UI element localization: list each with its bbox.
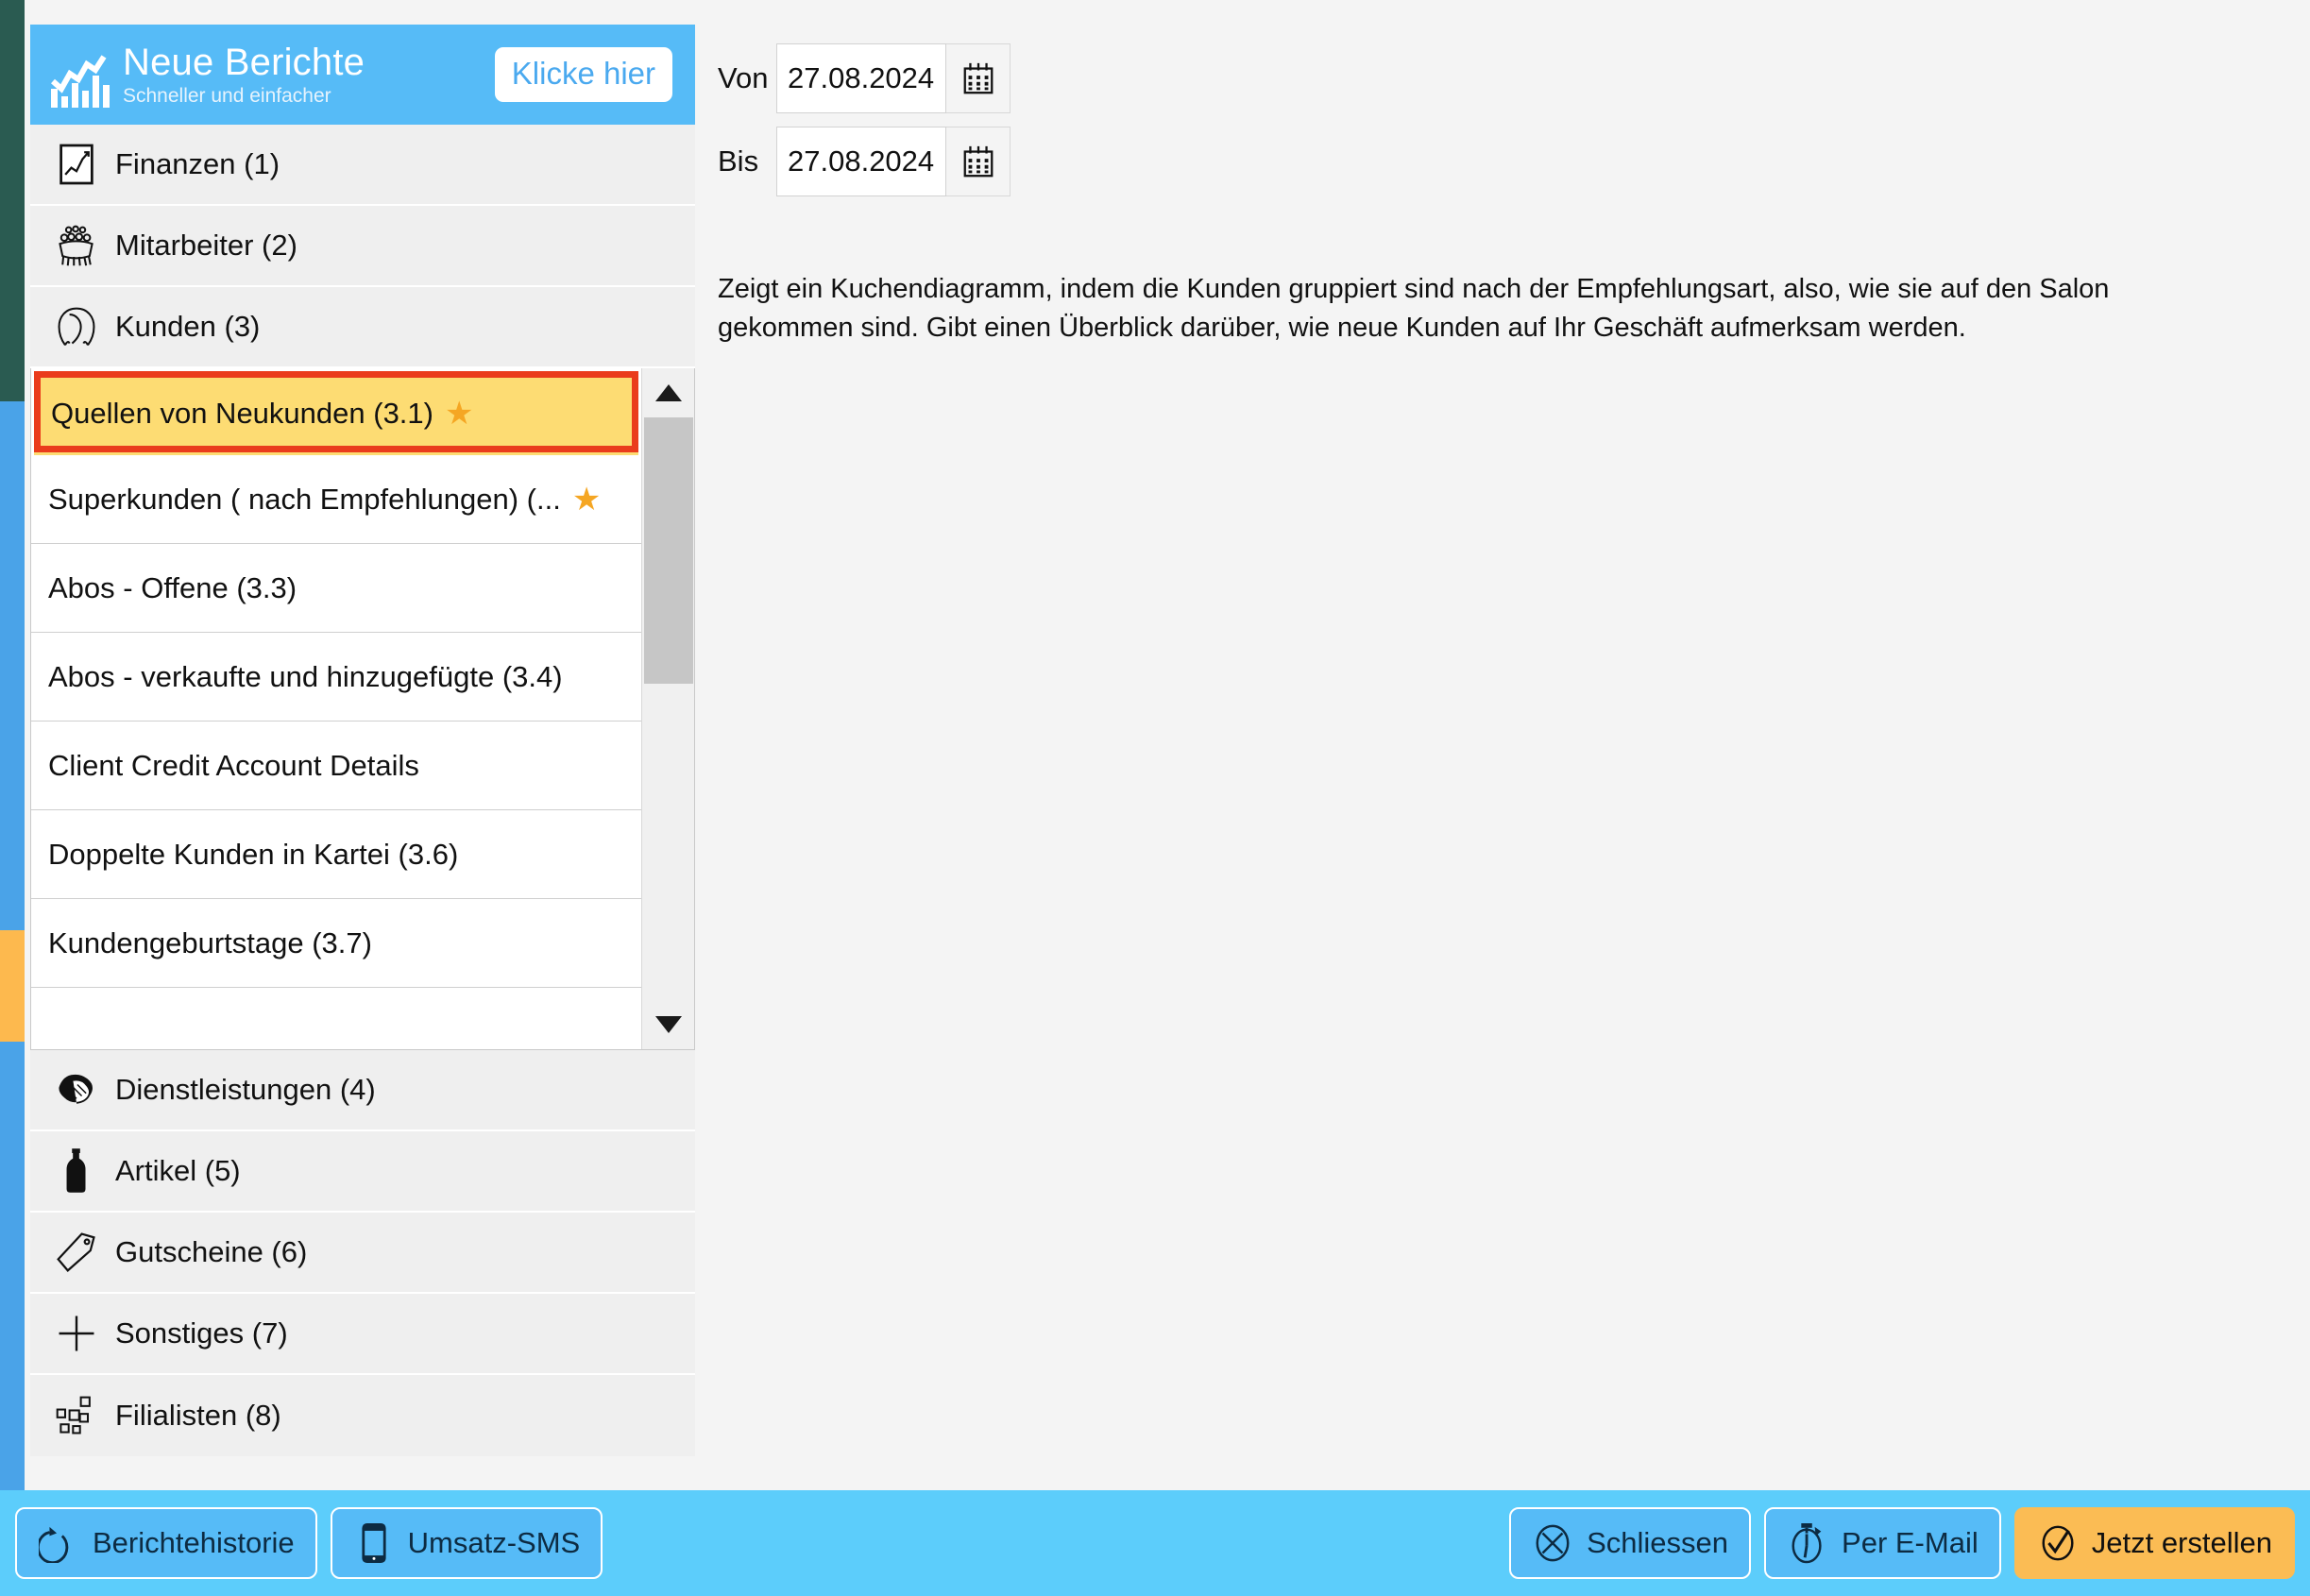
- plus-icon: [51, 1308, 102, 1359]
- sidebar-item-label: Kunden (3): [115, 310, 261, 343]
- main-panel: Von 27.08.2024 Bis 27.08.2024 Zeigt ein …: [718, 0, 2310, 1490]
- sublist-item-label: Client Credit Account Details: [48, 748, 419, 782]
- sidebar-item-label: Dienstleistungen (4): [115, 1073, 376, 1106]
- report-history-button[interactable]: Berichtehistorie: [15, 1507, 317, 1579]
- sidebar-item-label: Mitarbeiter (2): [115, 229, 297, 262]
- sidebar-item-sonstiges[interactable]: Sonstiges (7): [30, 1294, 695, 1375]
- tag-icon: [51, 1227, 102, 1278]
- sublist-item[interactable]: Quellen von Neukunden (3.1) ★: [31, 368, 641, 455]
- sublist-item-label: Superkunden ( nach Empfehlungen) (...: [48, 482, 561, 516]
- date-to-label: Bis: [718, 144, 759, 178]
- sidebar-item-kunden[interactable]: Kunden (3): [30, 287, 695, 368]
- accent-segment-teal: [0, 0, 25, 401]
- promo-text-block: Neue Berichte Schneller und einfacher: [123, 42, 495, 109]
- sidebar: Neue Berichte Schneller und einfacher Kl…: [30, 25, 695, 1456]
- sidebar-item-finanzen[interactable]: Finanzen (1): [30, 125, 695, 206]
- accent-segment-orange: [0, 930, 25, 1042]
- left-accent-strip: [0, 0, 25, 1596]
- bar-chart-trend-icon: [45, 40, 113, 110]
- sidebar-item-label: Filialisten (8): [115, 1399, 281, 1432]
- button-label: Berichtehistorie: [93, 1526, 295, 1559]
- staff-group-icon: [51, 220, 102, 271]
- close-button[interactable]: Schliessen: [1509, 1507, 1752, 1579]
- promo-subtitle: Schneller und einfacher: [123, 84, 331, 107]
- triangle-up-icon: [654, 384, 682, 401]
- date-to-calendar-button[interactable]: [946, 127, 1011, 196]
- report-description: Zeigt ein Kuchendiagramm, indem die Kund…: [718, 274, 2110, 343]
- sublist-item[interactable]: Doppelte Kunden in Kartei (3.6): [31, 810, 641, 899]
- button-label: Schliessen: [1587, 1526, 1729, 1559]
- scrollbar-thumb[interactable]: [644, 417, 693, 684]
- sidebar-item-label: Artikel (5): [115, 1154, 241, 1187]
- date-from-row: Von 27.08.2024: [718, 43, 2310, 113]
- accent-segment-blue-lower: [0, 1042, 25, 1490]
- sublist-item-label: Doppelte Kunden in Kartei (3.6): [48, 837, 459, 871]
- sublist-item-label: Quellen von Neukunden (3.1): [51, 396, 433, 430]
- network-nodes-icon: [51, 1390, 102, 1441]
- accent-segment-blue-upper: [0, 401, 25, 930]
- sublist-item[interactable]: Kundengeburtstage (3.7): [31, 899, 641, 988]
- stopwatch-icon: [1787, 1522, 1828, 1564]
- button-label: Per E-Mail: [1842, 1526, 1979, 1559]
- line-chart-icon: [51, 139, 102, 190]
- sidebar-item-label: Sonstiges (7): [115, 1316, 288, 1350]
- sidebar-item-filialisten[interactable]: Filialisten (8): [30, 1375, 695, 1456]
- sublist-item-label: Abos - Offene (3.3): [48, 570, 297, 604]
- sublist-scrollbar[interactable]: [641, 368, 694, 1049]
- calendar-icon: [963, 62, 993, 94]
- sublist-item-label: Abos - verkaufte und hinzugefügte (3.4): [48, 659, 563, 693]
- sublist-item[interactable]: Superkunden ( nach Empfehlungen) (... ★: [31, 455, 641, 544]
- circle-check-icon: [2037, 1522, 2079, 1564]
- client-head-icon: [51, 301, 102, 352]
- calendar-icon: [963, 145, 993, 178]
- sidebar-item-mitarbeiter[interactable]: Mitarbeiter (2): [30, 206, 695, 287]
- send-email-button[interactable]: Per E-Mail: [1764, 1507, 2001, 1579]
- favorite-star-icon[interactable]: ★: [572, 484, 601, 516]
- promo-cta-button[interactable]: Klicke hier: [494, 47, 672, 102]
- bottom-toolbar: Berichtehistorie Umsatz-SMS Schliessen P…: [0, 1490, 2310, 1596]
- sidebar-item-artikel[interactable]: Artikel (5): [30, 1131, 695, 1213]
- sidebar-item-dienstleistungen[interactable]: Dienstleistungen (4): [30, 1050, 695, 1131]
- button-label: Umsatz-SMS: [407, 1526, 581, 1559]
- button-label: Jetzt erstellen: [2091, 1526, 2272, 1559]
- sidebar-item-label: Gutscheine (6): [115, 1235, 308, 1268]
- sublist-item-label: Kundengeburtstage (3.7): [48, 925, 372, 959]
- scroll-up-button[interactable]: [642, 368, 694, 417]
- sublist-item[interactable]: Abos - Offene (3.3): [31, 544, 641, 633]
- new-reports-promo-banner[interactable]: Neue Berichte Schneller und einfacher Kl…: [30, 25, 695, 125]
- sublist-item[interactable]: [31, 988, 641, 1049]
- circle-x-icon: [1532, 1522, 1573, 1564]
- date-from-input[interactable]: 27.08.2024: [776, 43, 946, 113]
- date-from-label: Von: [718, 61, 769, 94]
- revenue-sms-button[interactable]: Umsatz-SMS: [330, 1507, 603, 1579]
- date-to-row: Bis 27.08.2024: [718, 127, 2310, 196]
- report-sublist-viewport: Quellen von Neukunden (3.1) ★ Superkunden …: [31, 368, 641, 1049]
- favorite-star-icon[interactable]: ★: [445, 398, 473, 430]
- mobile-phone-icon: [353, 1522, 395, 1564]
- sublist-item[interactable]: Abos - verkaufte und hinzugefügte (3.4): [31, 633, 641, 722]
- scroll-down-button[interactable]: [642, 1000, 694, 1049]
- report-sublist: Quellen von Neukunden (3.1) ★ Superkunden …: [30, 368, 695, 1050]
- undo-arrow-icon: [38, 1522, 79, 1564]
- promo-title: Neue Berichte: [123, 41, 365, 83]
- report-selection-screen: Neue Berichte Schneller und einfacher Kl…: [0, 0, 2310, 1596]
- date-to-input[interactable]: 27.08.2024: [776, 127, 946, 196]
- hand-service-icon: [51, 1064, 102, 1115]
- create-now-button[interactable]: Jetzt erstellen: [2013, 1507, 2295, 1579]
- sidebar-item-gutscheine[interactable]: Gutscheine (6): [30, 1213, 695, 1294]
- sublist-item[interactable]: Client Credit Account Details: [31, 722, 641, 810]
- date-from-calendar-button[interactable]: [946, 43, 1011, 113]
- triangle-down-icon: [654, 1016, 682, 1033]
- sidebar-item-label: Finanzen (1): [115, 147, 280, 180]
- bottle-icon: [51, 1146, 102, 1197]
